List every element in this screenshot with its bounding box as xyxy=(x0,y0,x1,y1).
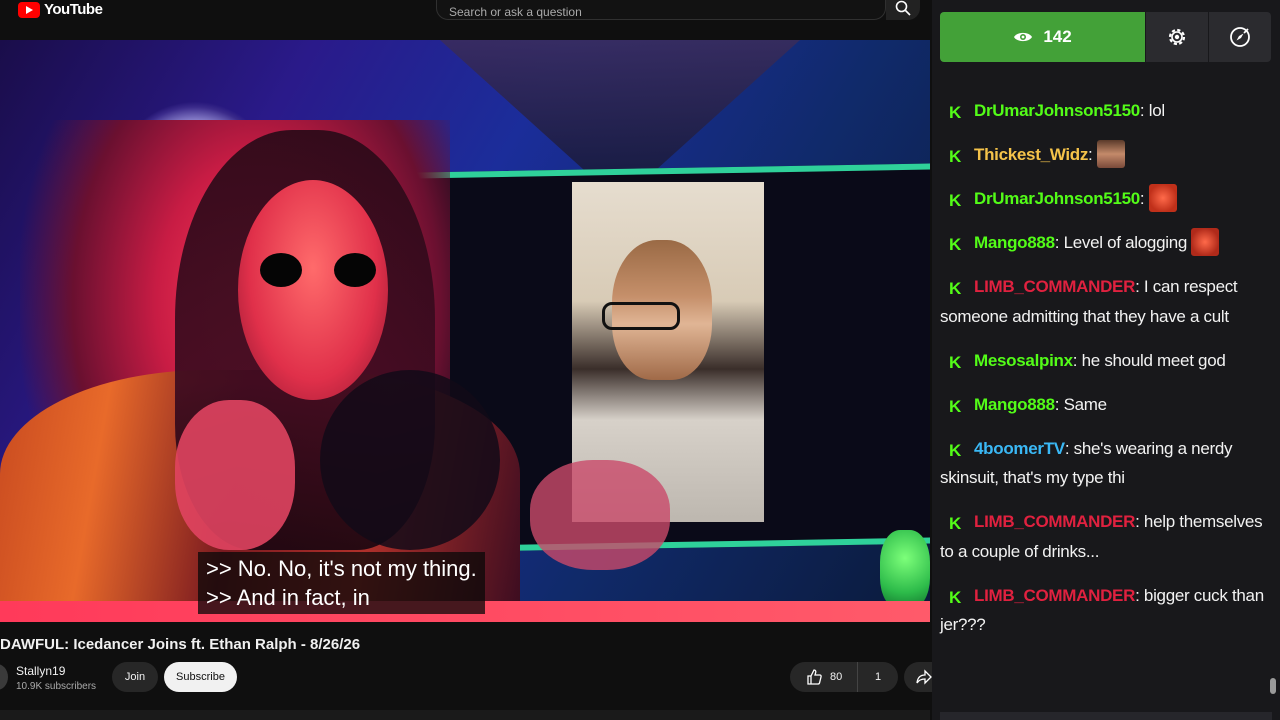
settings-button[interactable] xyxy=(1145,12,1208,62)
subscriber-count: 10.9K subscribers xyxy=(16,681,97,692)
chat-message: K DrUmarJohnson5150: lol xyxy=(940,96,1270,126)
kick-badge-icon: K xyxy=(949,440,961,460)
mascot-sticker xyxy=(880,530,930,610)
caption-line-1: >> No. No, it's not my thing. xyxy=(206,556,477,581)
chat-scrollbar[interactable] xyxy=(1270,678,1276,694)
gear-icon xyxy=(1168,28,1186,46)
video-title: DAWFUL: Icedancer Joins ft. Ethan Ralph … xyxy=(0,636,361,653)
video-player[interactable] xyxy=(0,40,930,622)
viewer-count: 142 xyxy=(1043,27,1072,46)
chat-username[interactable]: Mesosalpinx xyxy=(974,351,1073,370)
background-sign xyxy=(440,40,800,170)
chat-panel: 142 K DrUmarJohnson5150: lol K Thickest_Wi… xyxy=(932,0,1280,720)
dislike-count: 1 xyxy=(874,671,882,683)
host-sunglasses xyxy=(260,253,378,287)
compass-icon xyxy=(1230,27,1250,47)
search-button[interactable] xyxy=(886,0,920,20)
chat-message-list: K DrUmarJohnson5150: lol K Thickest_Widz: … xyxy=(940,96,1270,654)
dislike-button[interactable]: 1 xyxy=(858,671,898,683)
guest-glasses xyxy=(602,302,680,330)
chat-message: K Mango888: Level of alogging xyxy=(940,228,1270,258)
chat-input-strip[interactable] xyxy=(940,712,1272,720)
chat-text: : he should meet god xyxy=(1072,350,1226,370)
chat-message: K DrUmarJohnson5150: xyxy=(940,184,1270,214)
chat-username[interactable]: 4boomerTV xyxy=(974,439,1065,458)
chat-username[interactable]: LIMB_COMMANDER xyxy=(974,512,1135,531)
popout-button[interactable] xyxy=(1208,12,1271,62)
chat-text: : Level of alogging xyxy=(1054,233,1192,252)
microphone xyxy=(320,370,500,550)
chat-message: K Mango888: Same xyxy=(940,390,1270,420)
youtube-play-icon xyxy=(18,1,40,18)
kick-badge-icon: K xyxy=(949,191,961,210)
kick-badge-icon: K xyxy=(949,587,961,607)
chat-message: K Thickest_Widz: xyxy=(940,140,1270,170)
kick-badge-icon: K xyxy=(949,103,961,122)
eye-icon xyxy=(1014,32,1033,42)
channel-name[interactable]: Stallyn19 xyxy=(16,664,65,678)
chat-message: K LIMB_COMMANDER: I can respect someone a… xyxy=(940,272,1270,331)
search-input[interactable]: Search or ask a question xyxy=(436,0,886,20)
host-hand xyxy=(175,400,295,550)
channel-avatar[interactable] xyxy=(0,664,8,690)
share-icon xyxy=(916,669,932,685)
face-emote-icon xyxy=(1148,184,1177,212)
chat-header: 142 xyxy=(940,12,1272,62)
video-captions: >> No. No, it's not my thing. >> And in … xyxy=(198,552,485,614)
chat-username[interactable]: LIMB_COMMANDER xyxy=(974,586,1135,605)
youtube-top-bar: YouTube Search or ask a question xyxy=(0,0,930,20)
thumbs-up-icon xyxy=(807,669,822,685)
chat-message: K 4boomerTV: she's wearing a nerdy skinsu… xyxy=(940,434,1270,493)
host-face xyxy=(238,180,388,400)
chat-text: : lol xyxy=(1139,101,1165,120)
join-button[interactable]: Join xyxy=(112,662,158,692)
like-button[interactable]: 80 xyxy=(790,662,858,692)
kick-badge-icon: K xyxy=(949,235,961,254)
chat-message: K LIMB_COMMANDER: bigger cuck than jer??? xyxy=(940,581,1270,640)
kick-badge-icon: K xyxy=(949,514,961,533)
chat-text: : xyxy=(1088,145,1097,164)
chat-text: : xyxy=(1139,189,1149,208)
subscribe-button[interactable]: Subscribe xyxy=(164,662,237,692)
chat-message: K LIMB_COMMANDER: help themselves to a co… xyxy=(940,507,1270,566)
truncated-message xyxy=(972,62,976,74)
kick-badge-icon: K xyxy=(949,396,961,416)
bottom-strip xyxy=(0,710,930,720)
face-emote-icon xyxy=(1191,228,1220,256)
chat-username[interactable]: LIMB_COMMANDER xyxy=(974,277,1135,296)
chat-username[interactable]: Mango888 xyxy=(974,233,1055,252)
youtube-logo[interactable]: YouTube xyxy=(18,1,103,18)
chat-username[interactable]: DrUmarJohnson5150 xyxy=(974,189,1140,208)
chat-username[interactable]: DrUmarJohnson5150 xyxy=(974,101,1140,120)
viewer-count-button[interactable]: 142 xyxy=(940,12,1145,62)
kick-badge-icon: K xyxy=(949,352,961,372)
host-hand-2 xyxy=(530,460,670,570)
kick-badge-icon: K xyxy=(949,279,961,298)
search-icon xyxy=(895,0,911,16)
caption-line-2: >> And in fact, in xyxy=(206,585,370,610)
face-emote-icon xyxy=(1096,140,1125,168)
like-dislike-group: 80 1 xyxy=(790,662,898,692)
chat-text: : Same xyxy=(1054,394,1107,414)
chat-message: K Mesosalpinx: he should meet god xyxy=(940,346,1270,376)
like-count: 80 xyxy=(830,671,843,683)
youtube-logo-text: YouTube xyxy=(44,1,103,18)
chat-username[interactable]: Mango888 xyxy=(974,395,1055,414)
kick-badge-icon: K xyxy=(949,147,961,166)
chat-username[interactable]: Thickest_Widz xyxy=(974,145,1088,164)
